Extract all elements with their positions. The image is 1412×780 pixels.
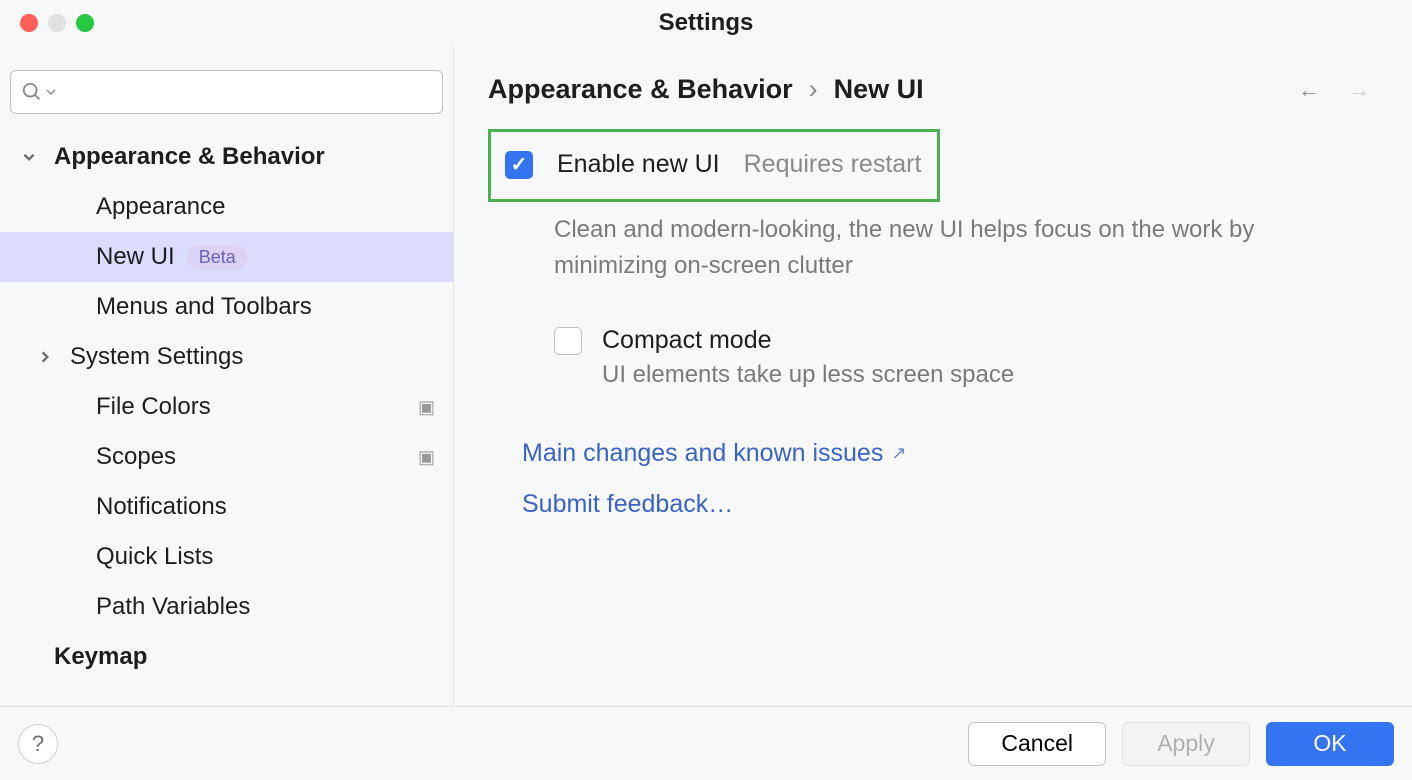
project-level-icon: ▣ (418, 447, 435, 468)
chevron-down-icon (18, 150, 40, 164)
sidebar-section-label: Keymap (54, 643, 147, 671)
window-title: Settings (659, 9, 754, 37)
breadcrumb-current: New UI (834, 74, 924, 105)
external-link-icon: ↗ (891, 443, 906, 464)
compact-mode-label: Compact mode (602, 326, 772, 355)
sidebar-item-menus-toolbars[interactable]: Menus and Toolbars (0, 282, 453, 332)
window-close-button[interactable] (20, 14, 38, 32)
settings-tree: Appearance & Behavior Appearance New UI … (0, 124, 453, 682)
sidebar-item-file-colors[interactable]: File Colors ▣ (0, 382, 453, 432)
enable-new-ui-highlight: Enable new UI Requires restart (488, 129, 940, 202)
ok-button[interactable]: OK (1266, 722, 1394, 766)
sidebar: Appearance & Behavior Appearance New UI … (0, 46, 454, 706)
submit-feedback-link[interactable]: Submit feedback… (522, 490, 1378, 519)
window-minimize-button[interactable] (48, 14, 66, 32)
sidebar-section-appearance-behavior[interactable]: Appearance & Behavior (0, 132, 453, 182)
beta-badge: Beta (187, 245, 248, 270)
compact-mode-description: UI elements take up less screen space (488, 355, 1378, 389)
sidebar-item-system-settings[interactable]: System Settings (0, 332, 453, 382)
back-button[interactable]: ← (1298, 77, 1320, 103)
sidebar-item-new-ui[interactable]: New UI Beta (0, 232, 453, 282)
chevron-right-icon: › (809, 74, 818, 105)
enable-new-ui-checkbox[interactable] (505, 151, 533, 179)
search-icon (21, 81, 43, 103)
requires-restart-hint: Requires restart (744, 150, 922, 179)
sidebar-item-scopes[interactable]: Scopes ▣ (0, 432, 453, 482)
forward-button[interactable]: → (1348, 77, 1370, 103)
titlebar: Settings (0, 0, 1412, 46)
apply-button[interactable]: Apply (1122, 722, 1250, 766)
cancel-button[interactable]: Cancel (968, 722, 1106, 766)
sidebar-section-label: Appearance & Behavior (54, 143, 325, 171)
search-input[interactable] (59, 81, 432, 104)
breadcrumb: Appearance & Behavior › New UI (488, 74, 924, 105)
project-level-icon: ▣ (418, 397, 435, 418)
chevron-down-icon (45, 86, 57, 98)
chevron-right-icon (34, 350, 56, 364)
sidebar-item-path-variables[interactable]: Path Variables (0, 582, 453, 632)
sidebar-item-notifications[interactable]: Notifications (0, 482, 453, 532)
help-button[interactable]: ? (18, 724, 58, 764)
sidebar-section-keymap[interactable]: Keymap (0, 632, 453, 682)
compact-mode-checkbox[interactable] (554, 327, 582, 355)
sidebar-item-quick-lists[interactable]: Quick Lists (0, 532, 453, 582)
main-changes-link[interactable]: Main changes and known issues ↗ (522, 439, 1378, 468)
enable-new-ui-description: Clean and modern-looking, the new UI hel… (488, 202, 1268, 284)
window-maximize-button[interactable] (76, 14, 94, 32)
search-box[interactable] (10, 70, 443, 114)
sidebar-item-appearance[interactable]: Appearance (0, 182, 453, 232)
enable-new-ui-label: Enable new UI (557, 150, 720, 179)
breadcrumb-parent: Appearance & Behavior (488, 74, 793, 105)
